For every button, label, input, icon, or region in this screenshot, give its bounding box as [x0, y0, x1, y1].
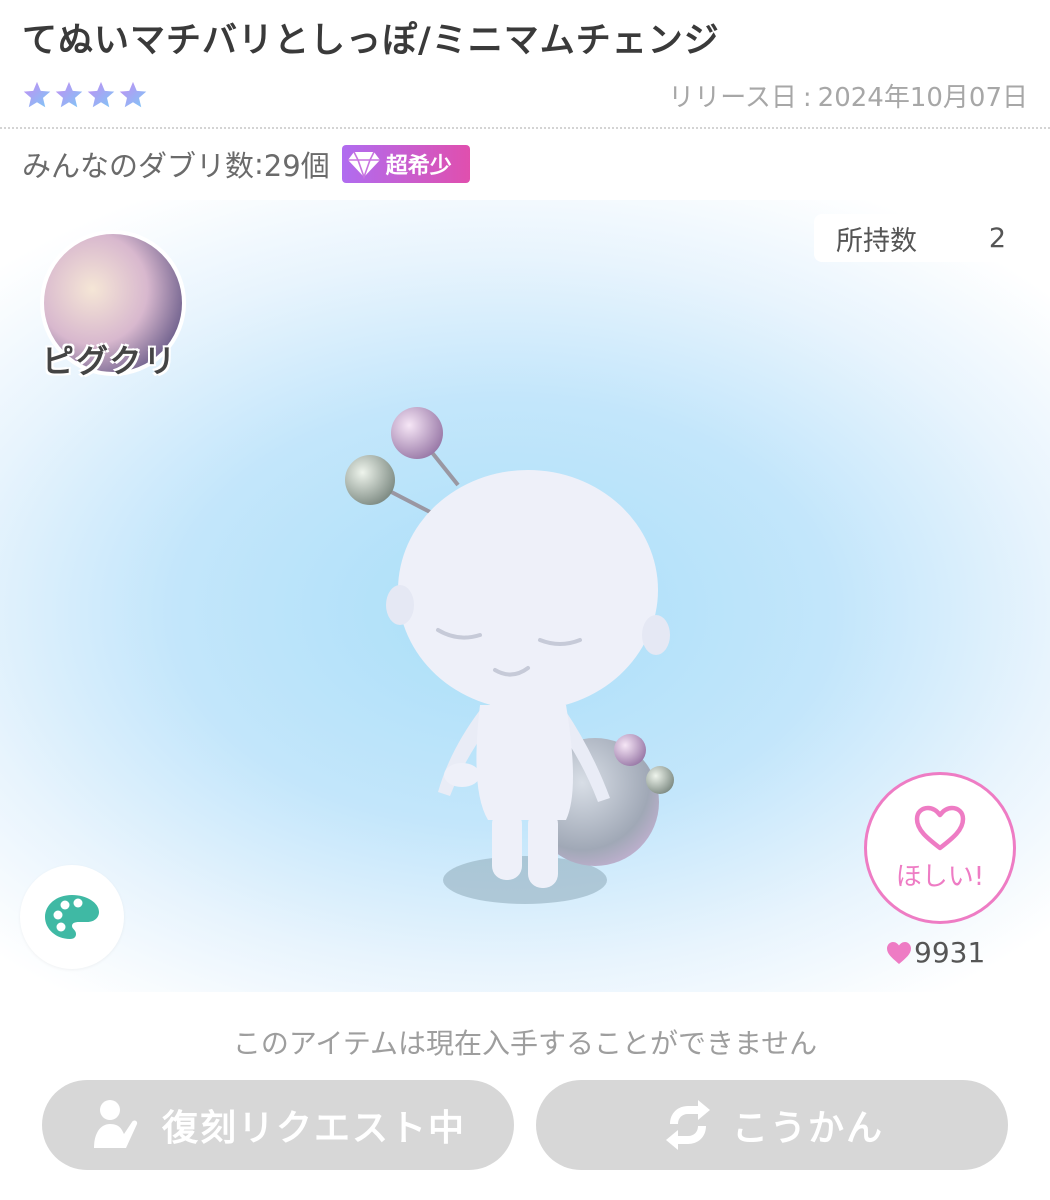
want-button[interactable]: ほしい! — [864, 772, 1016, 924]
pin-head-green — [345, 455, 395, 505]
exchange-icon — [665, 1100, 710, 1150]
item-title: てぬいマチバリとしっぽ/ミニマムチェンジ — [22, 21, 720, 61]
release-label: リリース日 — [668, 83, 797, 113]
pin-head-pink — [391, 407, 443, 459]
release-date: リリース日:2024年10月07日 — [668, 83, 1028, 113]
reprint-label: 復刻リクエスト中 — [161, 1108, 466, 1149]
owned-label: 所持数 — [836, 225, 917, 257]
rarity-badge: 超希少 — [341, 145, 470, 183]
item-preview-stage: 所持数 2 ピグクリ ほしい! 9931 — [0, 200, 1050, 992]
star-icon — [55, 81, 83, 108]
diamond-icon — [347, 151, 380, 179]
creator-badge[interactable]: ピグクリ — [40, 230, 186, 380]
unavailable-notice: このアイテムは現在入手することができません — [232, 1027, 818, 1060]
user-request-icon — [93, 1100, 138, 1148]
rarity-label: 超希少 — [385, 154, 452, 179]
trade-label: こうかん — [731, 1108, 884, 1149]
rarity-stars — [22, 80, 148, 110]
reprint-request-button[interactable]: 復刻リクエスト中 — [42, 1080, 514, 1170]
dupes-value: 29個 — [263, 149, 330, 183]
owned-count: 所持数 2 — [814, 214, 1028, 262]
release-value: 2024年10月07日 — [817, 83, 1028, 113]
avatar-preview — [345, 407, 674, 904]
duplicate-count: みんなのダブリ数:29個 超希少 — [22, 143, 470, 185]
creator-name: ピグクリ — [42, 342, 178, 380]
dupes-label: みんなのダブリ数 — [22, 149, 255, 183]
palette-icon — [45, 895, 99, 939]
color-palette-button[interactable] — [20, 865, 124, 969]
divider — [0, 127, 1050, 129]
star-icon — [87, 81, 115, 108]
likes-count: 9931 — [886, 936, 985, 969]
likes-value: 9931 — [914, 936, 986, 969]
star-icon — [119, 81, 147, 108]
heart-outline-icon — [914, 805, 966, 850]
star-icon — [23, 81, 51, 108]
trade-button[interactable]: こうかん — [536, 1080, 1008, 1170]
want-label: ほしい! — [895, 861, 985, 892]
heart-icon — [887, 941, 911, 964]
owned-value: 2 — [988, 222, 1006, 254]
avatar-head — [398, 470, 658, 710]
